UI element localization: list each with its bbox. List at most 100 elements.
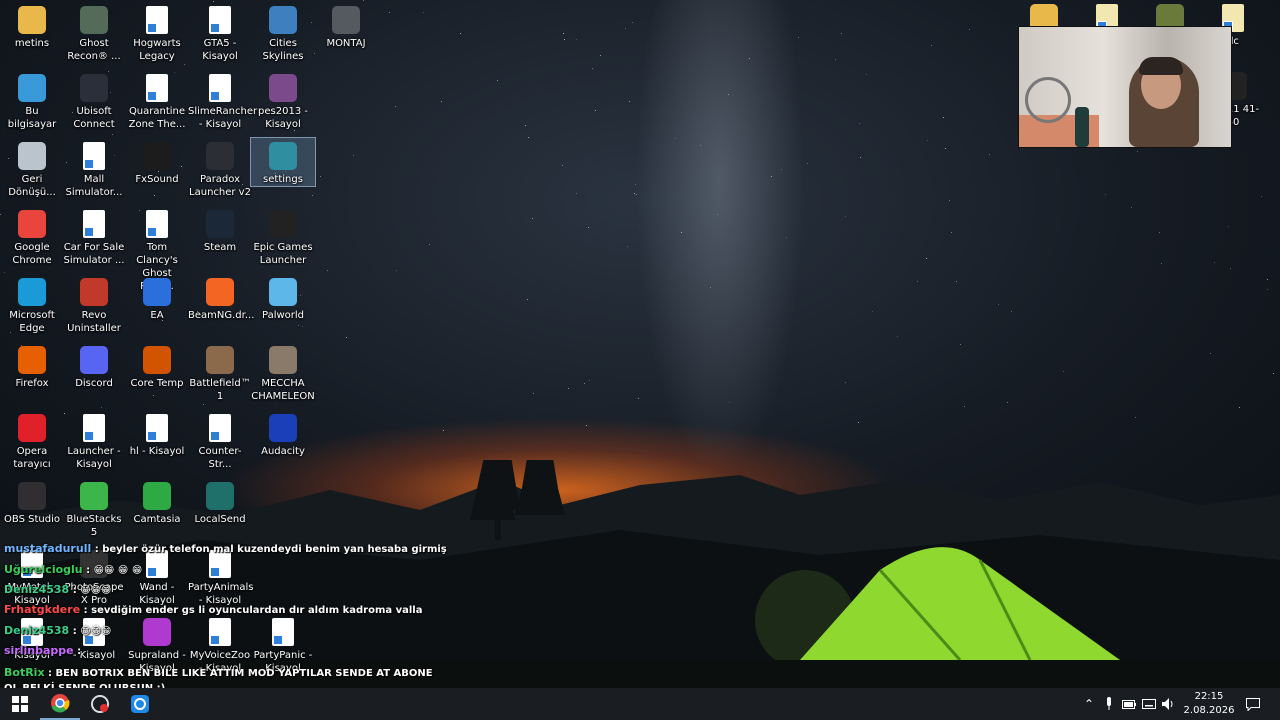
desktop-icon-wand[interactable]: Wand - Kisayol	[125, 546, 189, 607]
star	[798, 37, 799, 38]
desktop-icon-localsend[interactable]: LocalSend	[188, 478, 252, 526]
desktop-icon-edge[interactable]: Microsoft Edge	[0, 274, 64, 335]
game-icon	[269, 6, 297, 34]
desktop-icon-camtasia[interactable]: Camtasia	[125, 478, 189, 526]
chat-separator: :	[82, 565, 94, 576]
star	[989, 154, 990, 155]
keyboard-icon[interactable]	[1140, 688, 1158, 720]
desktop-icon-revo[interactable]: Revo Uninstaller	[62, 274, 126, 335]
desktop-icon-palworld[interactable]: Palworld	[251, 274, 315, 322]
desktop-icon-obs[interactable]: OBS Studio	[0, 478, 64, 526]
desktop-icon-bu-bilgisayar[interactable]: Bu bilgisayar	[0, 70, 64, 131]
star	[298, 325, 299, 326]
desktop-icon-meccha[interactable]: MECCHA CHAMELEON	[251, 342, 315, 403]
desktop-icon-montaj[interactable]: MONTAJ	[314, 2, 378, 50]
desktop-icon-discord[interactable]: Discord	[62, 342, 126, 390]
recording-icon[interactable]	[80, 688, 120, 720]
desktop-icon-beamng[interactable]: BeamNG.dr...	[188, 274, 254, 322]
paradox-icon	[206, 142, 234, 170]
notification-icon[interactable]	[1242, 688, 1264, 720]
desktop-icon-label: Cities Skylines	[262, 38, 304, 62]
desktop-icon-mymotel[interactable]: MyMotel - Kisayol	[0, 546, 64, 607]
star	[951, 232, 952, 233]
desktop-icon-launcher[interactable]: Launcher - Kisayol	[62, 410, 126, 471]
desktop-icon-pes2013[interactable]: pes2013 - Kisayol	[251, 70, 315, 131]
chat-message: Frhatgkdere : sevdiğim ender gs li oyunc…	[4, 603, 422, 616]
desktop-icon-ea[interactable]: EA	[125, 274, 189, 322]
webcam-overlay	[1018, 26, 1232, 148]
supraland-icon	[143, 618, 171, 646]
desktop-icon-ghost-recon[interactable]: Ghost Recon® ...	[62, 2, 126, 63]
star	[634, 193, 635, 194]
star	[845, 382, 846, 383]
desktop-icon-ubisoft[interactable]: Ubisoft Connect	[62, 70, 126, 131]
star	[302, 326, 303, 327]
taskbar-clock[interactable]: 22:15 2.08.2026	[1180, 688, 1238, 720]
desktop-icon-paradox[interactable]: Paradox Launcher v2	[188, 138, 252, 199]
app-icon[interactable]	[120, 688, 160, 720]
star	[866, 74, 867, 75]
chrome-icon[interactable]	[40, 688, 80, 720]
desktop-icon-settings[interactable]: settings	[250, 137, 316, 187]
desktop-icon-quarantine[interactable]: Quarantine Zone The...	[125, 70, 189, 131]
star	[945, 148, 946, 149]
desktop-icon-audacity[interactable]: Audacity	[251, 410, 315, 458]
desktop-icon-hl[interactable]: hl - Kisayol	[125, 410, 189, 458]
star	[1267, 289, 1268, 290]
desktop-icon-opera[interactable]: Opera tarayıcı	[0, 410, 64, 471]
star	[729, 402, 730, 403]
desktop-icon-hogwarts[interactable]: Hogwarts Legacy	[125, 2, 189, 63]
desktop-icon-bluestacks[interactable]: BlueStacks 5	[62, 478, 126, 539]
battery-icon[interactable]	[1120, 688, 1138, 720]
star	[927, 140, 928, 141]
settings-icon	[269, 142, 297, 170]
star	[717, 214, 718, 215]
volume-icon[interactable]	[1160, 688, 1178, 720]
desktop-icon-partyanimals[interactable]: PartyAnimals - Kisayol	[188, 546, 253, 607]
desktop-icon-fxsound[interactable]: FxSound	[125, 138, 189, 186]
star	[998, 304, 999, 305]
chat-username: Frhatgkdere	[4, 603, 81, 616]
desktop-icon-counter-str[interactable]: Counter-Str...	[188, 410, 252, 471]
image-icon	[332, 6, 360, 34]
chat-username: Deniz4538	[4, 624, 70, 637]
desktop-icon-mall-sim[interactable]: Mall Simulator...	[62, 138, 126, 199]
desktop-icon-photoscape[interactable]: PhotoScape X Pro	[62, 546, 126, 607]
desktop-icon-core-temp[interactable]: Core Temp	[125, 342, 189, 390]
desktop-icon-car-for-sale[interactable]: Car For Sale Simulator ...	[62, 206, 126, 267]
desktop-icon-slimerancher[interactable]: SlimeRancher - Kisayol	[188, 70, 257, 131]
desktop-icon-gta5[interactable]: GTA5 - Kisayol	[188, 2, 252, 63]
chat-separator: :	[69, 585, 81, 596]
palworld-icon	[269, 278, 297, 306]
desktop-icon-label: Camtasia	[133, 514, 181, 525]
chat-separator: :	[69, 626, 81, 637]
desktop-icon-cities[interactable]: Cities Skylines	[251, 2, 315, 63]
game-icon	[269, 74, 297, 102]
chevron-up-icon[interactable]: ⌃	[1080, 688, 1098, 720]
desktop-icon-metins[interactable]: metins	[0, 2, 64, 50]
desktop-icon-epic[interactable]: Epic Games Launcher	[251, 206, 315, 267]
chat-username: mustafadurull	[4, 542, 92, 555]
star	[675, 138, 676, 139]
chat-text: 😁😁😁	[80, 585, 112, 596]
star	[771, 176, 772, 177]
windows-start-icon[interactable]	[0, 688, 40, 720]
microphone-icon[interactable]	[1100, 688, 1118, 720]
desktop-icon-firefox[interactable]: Firefox	[0, 342, 64, 390]
star	[1063, 371, 1064, 372]
star	[101, 407, 102, 408]
chat-message: Uğurelcioglu : 😁😁 😁 😁	[4, 563, 142, 576]
desktop-icon-steam[interactable]: Steam	[188, 206, 252, 254]
chat-text: 😁😁 😁 😁	[93, 565, 143, 576]
desktop-icon-label: MECCHA CHAMELEON	[251, 378, 315, 402]
desktop-icon-chrome[interactable]: Google Chrome	[0, 206, 64, 267]
star	[710, 287, 711, 288]
desktop-icon-geri-donusum[interactable]: Geri Dönüşü...	[0, 138, 64, 199]
star	[841, 33, 842, 34]
star	[1105, 194, 1106, 195]
star	[964, 406, 965, 407]
fxsound-icon	[143, 142, 171, 170]
desktop-icon-label: Ghost Recon® ...	[67, 38, 121, 62]
desktop-icon-battlefield[interactable]: Battlefield™ 1	[188, 342, 252, 403]
desktop-icon-label: Epic Games Launcher	[253, 242, 313, 266]
